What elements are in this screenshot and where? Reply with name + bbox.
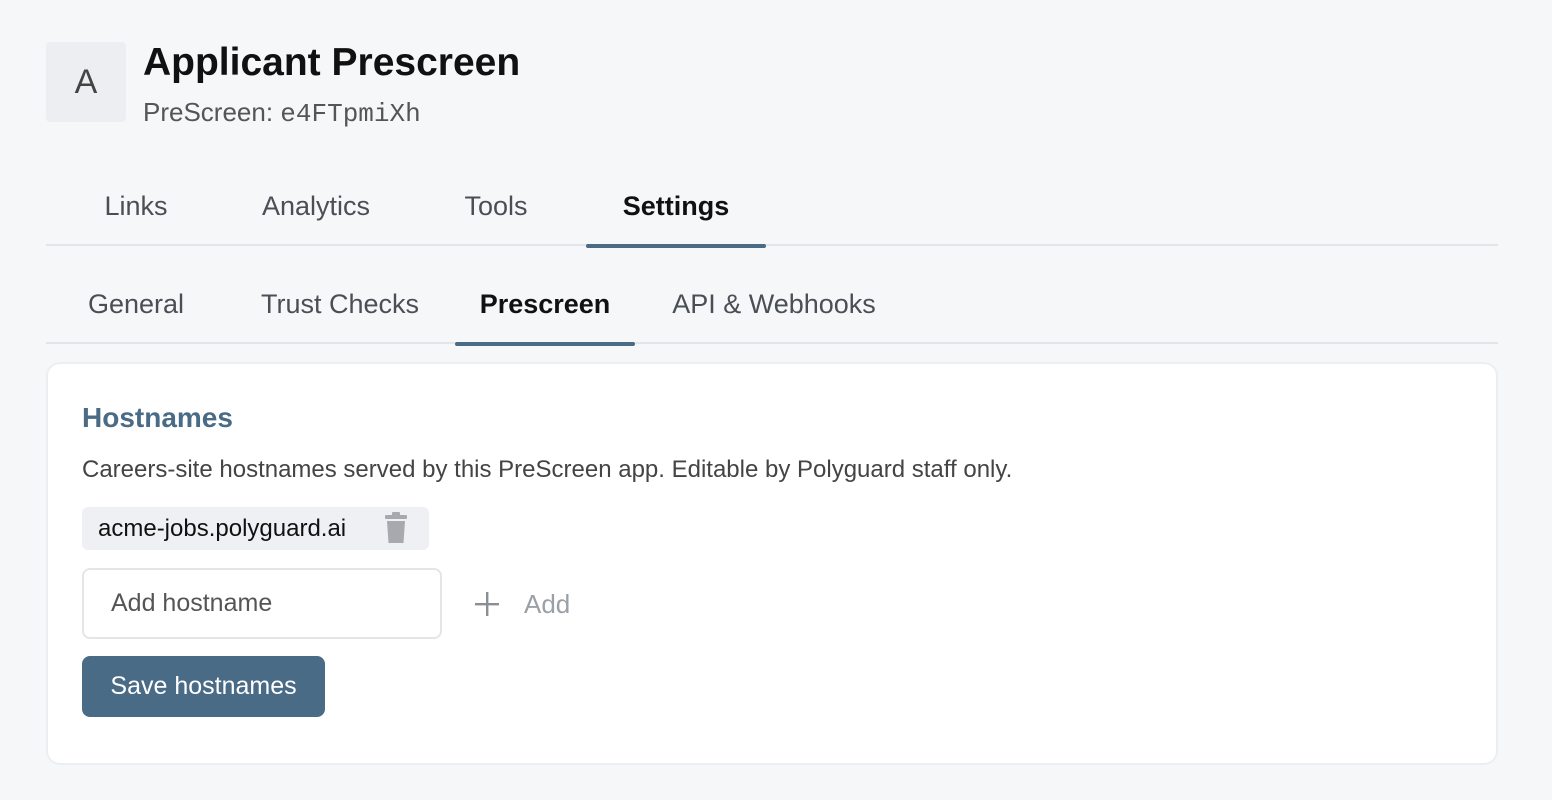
app-title-block: Applicant Prescreen PreScreen: e4FTpmiXh <box>143 41 521 130</box>
subtab-trust-checks[interactable]: Trust Checks <box>242 276 438 344</box>
add-hostname-input[interactable] <box>82 568 442 639</box>
subtab-api-webhooks[interactable]: API & Webhooks <box>654 276 894 344</box>
plus-icon <box>474 591 500 617</box>
tab-settings[interactable]: Settings <box>586 178 766 248</box>
trash-icon[interactable] <box>382 512 410 544</box>
tab-links[interactable]: Links <box>70 178 202 246</box>
tab-tools[interactable]: Tools <box>434 178 558 246</box>
app-avatar: A <box>46 42 126 122</box>
hostnames-title: Hostnames <box>82 402 233 433</box>
hostnames-card: Hostnames Careers-site hostnames served … <box>46 362 1498 765</box>
save-hostnames-button[interactable]: Save hostnames <box>82 656 325 717</box>
main-tabs: Links Analytics Tools Settings <box>46 178 1498 248</box>
hostnames-description: Careers-site hostnames served by this Pr… <box>82 456 1013 483</box>
hostname-chip-label: acme-jobs.polyguard.ai <box>98 514 347 542</box>
subtab-general[interactable]: General <box>62 276 210 344</box>
app-id: e4FTpmiXh <box>280 99 421 129</box>
app-subtitle-prefix: PreScreen: <box>143 97 281 127</box>
add-hostname-label: Add <box>524 588 571 619</box>
tab-analytics[interactable]: Analytics <box>242 178 390 246</box>
add-hostname-button[interactable]: Add <box>474 582 570 626</box>
settings-sub-tabs: General Trust Checks Prescreen API & Web… <box>46 276 1498 346</box>
app-title: Applicant Prescreen <box>143 41 521 84</box>
app-subtitle: PreScreen: e4FTpmiXh <box>143 97 520 129</box>
subtab-prescreen[interactable]: Prescreen <box>455 276 635 346</box>
app-header: A Applicant Prescreen PreScreen: e4FTpmi… <box>46 42 520 129</box>
hostname-chip: acme-jobs.polyguard.ai <box>82 507 429 550</box>
